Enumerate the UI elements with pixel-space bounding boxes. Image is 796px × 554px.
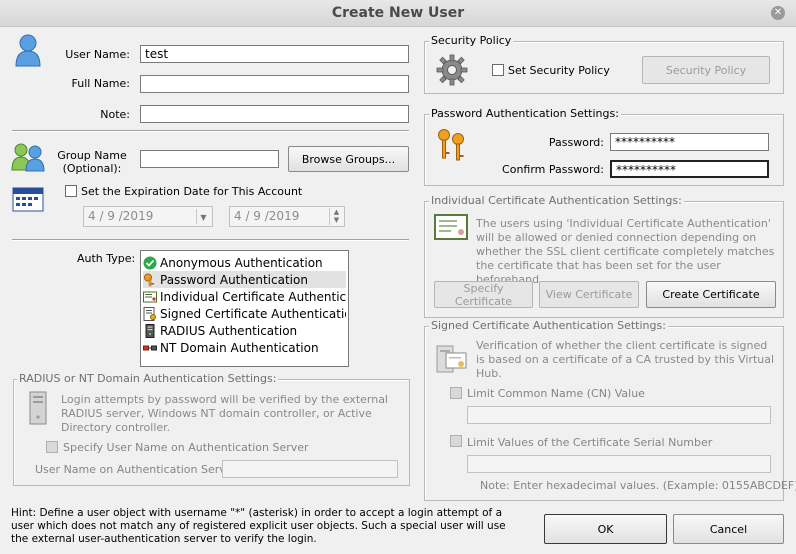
auth-type-label: Auth Type:	[77, 252, 136, 265]
title-bar: Create New User ✕	[0, 0, 796, 27]
keys-icon	[438, 129, 464, 161]
group-name-input[interactable]	[140, 150, 279, 168]
individual-cert-title: Individual Certificate Authentication Se…	[429, 194, 684, 207]
hex-note: Note: Enter hexadecimal values. (Example…	[480, 479, 796, 492]
server-icon	[29, 391, 47, 425]
specify-username-checkbox[interactable]	[46, 441, 58, 453]
network-icon	[143, 345, 157, 350]
divider	[12, 130, 409, 132]
security-policy-button[interactable]: Security Policy	[642, 56, 770, 84]
specify-certificate-button[interactable]: Specify Certificate	[434, 281, 533, 308]
expiration-time-picker[interactable]: 4 / 9 /2019 ▲ ▼	[229, 206, 345, 227]
ok-button[interactable]: OK	[544, 514, 667, 544]
auth-item-signed-cert[interactable]: Signed Certificate Authentication	[143, 305, 346, 322]
limit-cn-label: Limit Common Name (CN) Value	[467, 387, 645, 400]
check-circle-icon	[143, 256, 157, 269]
auth-item-label: Anonymous Authentication	[160, 255, 323, 270]
note-label: Note:	[100, 108, 130, 121]
individual-cert-description: The users using 'Individual Certificate …	[476, 217, 775, 286]
auth-item-radius[interactable]: RADIUS Authentication	[143, 322, 346, 339]
auth-item-label: Signed Certificate Authentication	[160, 306, 346, 321]
expiration-label: Set the Expiration Date for This Account	[81, 185, 303, 198]
auth-item-label: Password Authentication	[160, 272, 308, 287]
limit-serial-label: Limit Values of the Certificate Serial N…	[467, 436, 713, 449]
radius-description: Login attempts by password will be verif…	[61, 393, 388, 434]
server-username-label: User Name on Authentication Server:	[35, 463, 241, 476]
limit-serial-input[interactable]	[467, 455, 771, 473]
confirm-password-label: Confirm Password:	[502, 163, 604, 176]
limit-cn-checkbox[interactable]	[450, 387, 462, 399]
server-icon	[145, 323, 155, 338]
certificate-icon	[434, 214, 468, 240]
chevron-down-icon[interactable]: ▼	[196, 209, 210, 224]
signed-certificate-icon	[436, 345, 467, 373]
calendar-icon	[12, 187, 44, 212]
security-policy-label: Set Security Policy	[508, 64, 610, 77]
security-policy-title: Security Policy	[429, 34, 514, 47]
cancel-button[interactable]: Cancel	[673, 514, 784, 544]
auth-item-label: RADIUS Authentication	[160, 323, 298, 338]
group-optional-label: (Optional):	[62, 162, 122, 175]
gear-icon	[436, 54, 468, 86]
limit-cn-input[interactable]	[467, 406, 771, 424]
group-name-label: Group Name	[57, 149, 127, 162]
key-icon	[144, 273, 154, 286]
user-icon	[15, 34, 41, 67]
specify-username-label: Specify User Name on Authentication Serv…	[63, 441, 309, 454]
limit-serial-checkbox[interactable]	[450, 435, 462, 447]
create-certificate-button[interactable]: Create Certificate	[646, 281, 776, 308]
close-icon[interactable]: ✕	[771, 6, 785, 20]
auth-item-password[interactable]: Password Authentication	[143, 271, 346, 288]
auth-type-list[interactable]: Anonymous Authentication Password Authen…	[140, 250, 349, 367]
full-name-label: Full Name:	[71, 77, 130, 90]
signed-cert-description: Verification of whether the client certi…	[476, 339, 775, 380]
security-policy-checkbox[interactable]	[492, 64, 504, 76]
user-name-input[interactable]: test	[140, 45, 409, 63]
signed-certificate-icon	[143, 306, 156, 321]
view-certificate-button[interactable]: View Certificate	[539, 281, 639, 308]
radius-settings-title: RADIUS or NT Domain Authentication Setti…	[17, 372, 279, 385]
auth-item-label: Individual Certificate Authentic...	[160, 289, 346, 304]
divider	[12, 239, 409, 241]
browse-groups-button[interactable]: Browse Groups...	[288, 146, 409, 172]
confirm-password-input[interactable]: **********	[610, 160, 769, 178]
user-name-label: User Name:	[65, 48, 130, 61]
spinner-icon[interactable]: ▲ ▼	[329, 208, 343, 225]
password-auth-title: Password Authentication Settings:	[429, 107, 621, 120]
server-username-input[interactable]	[222, 460, 398, 478]
group-icon	[11, 143, 45, 172]
auth-item-nt-domain[interactable]: NT Domain Authentication	[143, 339, 346, 356]
note-input[interactable]	[140, 105, 409, 123]
expiration-date-picker[interactable]: 4 / 9 /2019 ▼	[83, 206, 213, 227]
full-name-input[interactable]	[140, 75, 409, 93]
expiration-checkbox[interactable]	[65, 185, 77, 197]
signed-cert-title: Signed Certificate Authentication Settin…	[429, 319, 668, 332]
auth-item-label: NT Domain Authentication	[160, 340, 319, 355]
auth-item-anonymous[interactable]: Anonymous Authentication	[143, 254, 346, 271]
password-label: Password:	[548, 136, 604, 149]
certificate-icon	[143, 291, 157, 302]
expiration-date-value: 4 / 9 /2019	[88, 209, 154, 223]
window-title: Create New User	[331, 5, 465, 21]
hint-text: Hint: Define a user object with username…	[11, 507, 506, 545]
password-input[interactable]: **********	[610, 133, 769, 151]
auth-item-individual-cert[interactable]: Individual Certificate Authentic...	[143, 288, 346, 305]
expiration-time-value: 4 / 9 /2019	[234, 209, 300, 223]
